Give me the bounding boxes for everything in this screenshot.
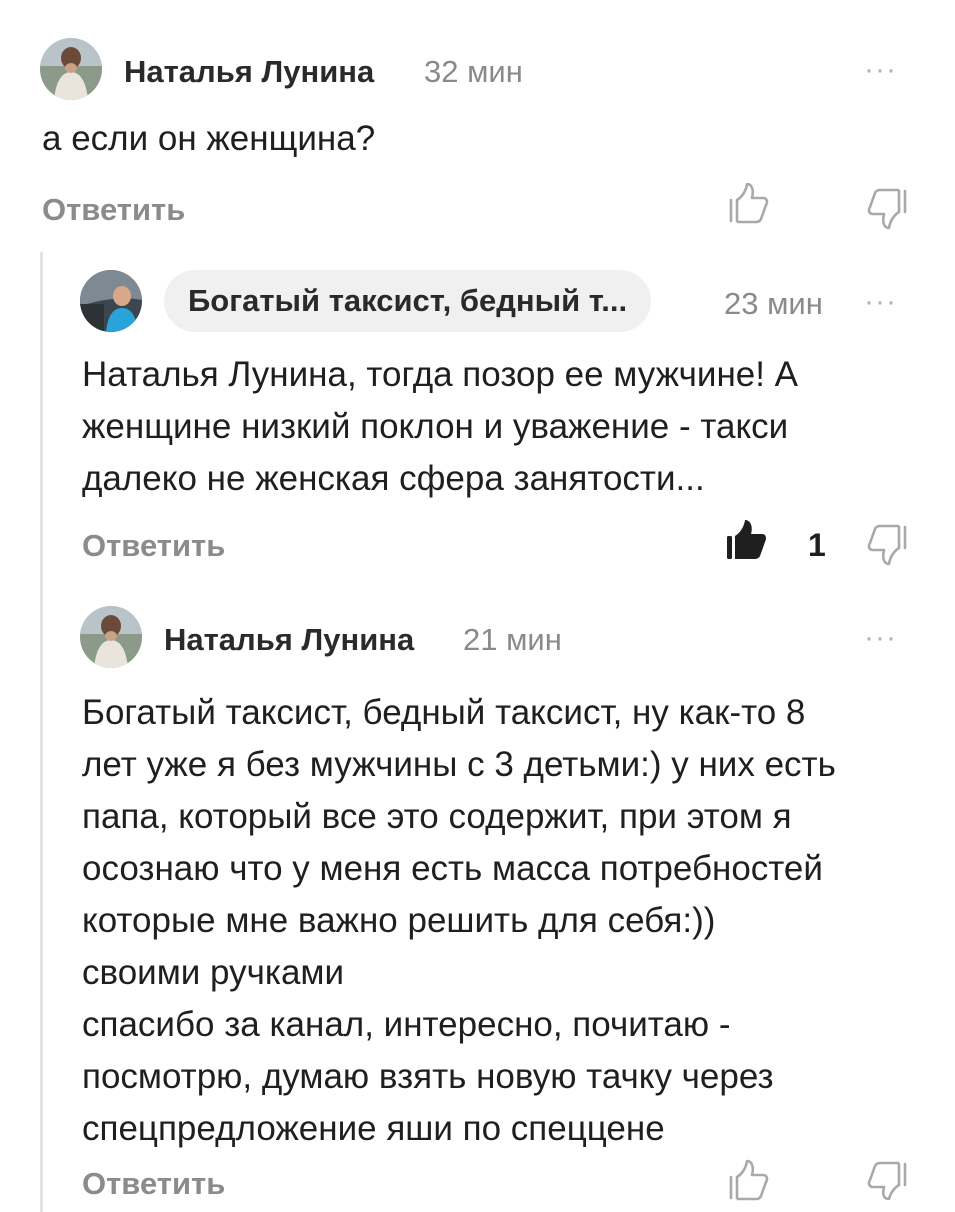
comment-text-line: папа, который все это содержит, при этом… bbox=[82, 797, 792, 836]
comment-text-line: далеко не женская сфера занятости... bbox=[82, 459, 705, 498]
like-icon-active[interactable] bbox=[726, 518, 768, 567]
comment-text-line: Богатый таксист, бедный таксист, ну как-… bbox=[82, 693, 806, 732]
comment-text-line: Наталья Лунина, тогда позор ее мужчине! … bbox=[82, 355, 799, 394]
like-icon[interactable] bbox=[728, 181, 770, 230]
author-name[interactable]: Богатый таксист, бедный т... bbox=[188, 283, 627, 318]
avatar-photo-icon bbox=[40, 38, 102, 100]
avatar-photo-icon bbox=[80, 606, 142, 668]
reply-button[interactable]: Ответить bbox=[82, 528, 225, 564]
comment-time: 32 мин bbox=[424, 54, 523, 89]
comment-text-line: лет уже я без мужчины с 3 детьми:) у них… bbox=[82, 745, 836, 784]
comment-text-line: которые мне важно решить для себя:)) bbox=[82, 901, 716, 940]
avatar[interactable] bbox=[80, 606, 142, 668]
dislike-icon[interactable] bbox=[866, 523, 908, 572]
comment-text: Наталья Лунина, тогда позор ее мужчине! … bbox=[82, 349, 932, 505]
comment-text: а если он женщина? bbox=[42, 119, 376, 158]
reply-button[interactable]: Ответить bbox=[82, 1166, 225, 1202]
comment-text-line: женщине низкий поклон и уважение - такси bbox=[82, 407, 789, 446]
comment-text-line: спасибо за канал, интересно, почитаю - bbox=[82, 1005, 731, 1044]
comment-text-line: своими ручками bbox=[82, 953, 345, 992]
comment-time: 23 мин bbox=[724, 286, 823, 321]
author-name-pill[interactable]: Богатый таксист, бедный т... bbox=[164, 270, 652, 332]
more-icon[interactable]: ··· bbox=[864, 287, 897, 317]
more-icon[interactable]: ··· bbox=[864, 623, 897, 653]
comment-text: Богатый таксист, бедный таксист, ну как-… bbox=[82, 687, 942, 1155]
reply-button[interactable]: Ответить bbox=[42, 192, 185, 228]
like-count: 1 bbox=[808, 527, 826, 563]
comment-text-line: посмотрю, думаю взять новую тачку через bbox=[82, 1057, 774, 1096]
author-name[interactable]: Наталья Лунина bbox=[124, 54, 374, 90]
dislike-icon[interactable] bbox=[866, 1160, 908, 1205]
comment-text-line: спецпредложение яши по спеццене bbox=[82, 1109, 665, 1148]
avatar[interactable] bbox=[80, 270, 142, 332]
dislike-icon[interactable] bbox=[866, 187, 908, 236]
author-name[interactable]: Наталья Лунина bbox=[164, 622, 414, 658]
more-icon[interactable]: ··· bbox=[864, 55, 897, 85]
avatar[interactable] bbox=[40, 38, 102, 100]
avatar-photo-icon bbox=[80, 270, 142, 332]
comment-time: 21 мин bbox=[463, 622, 562, 657]
comment-text-line: осознаю что у меня есть масса потребност… bbox=[82, 849, 823, 888]
thread-line bbox=[40, 252, 43, 1212]
